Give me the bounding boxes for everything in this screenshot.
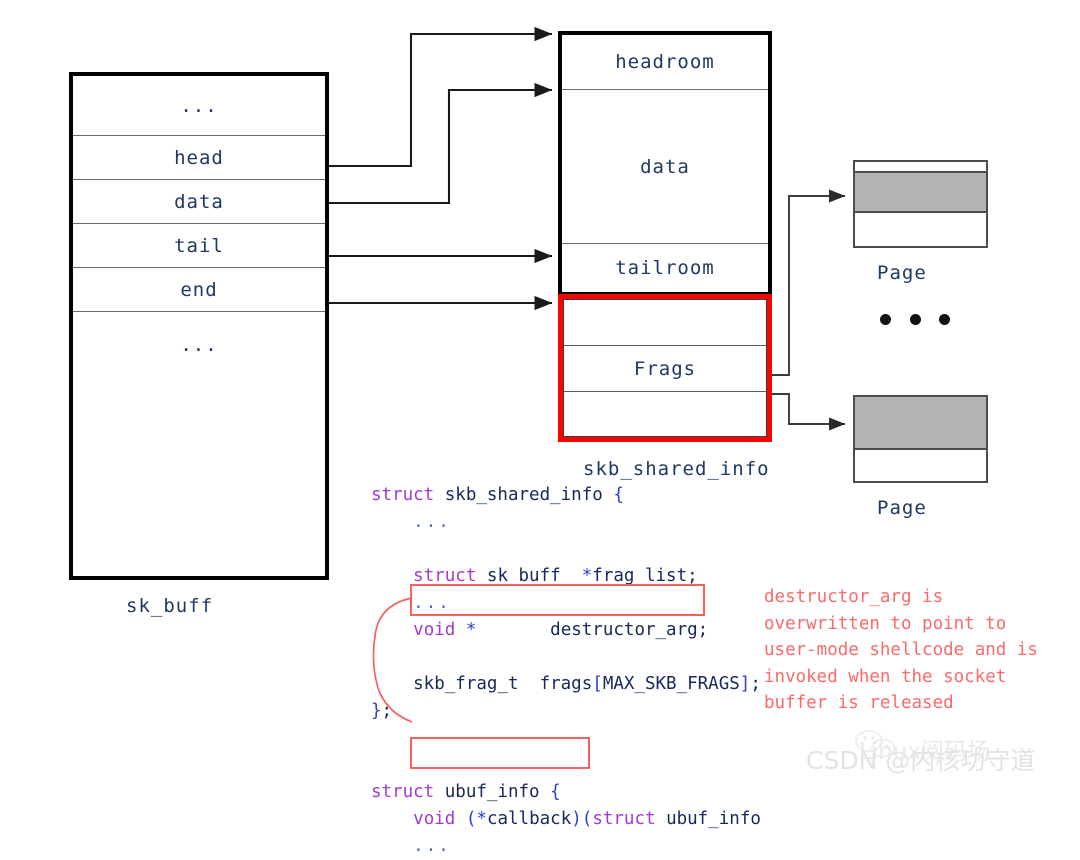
code-line: }; <box>371 698 761 725</box>
buffer-row-label: tailroom <box>615 257 715 279</box>
sk-buff-row-ellipsis-top: ... <box>73 76 325 136</box>
code-token: destructor_arg; <box>476 620 709 640</box>
page-box-top <box>853 160 988 248</box>
code-token: )( <box>571 809 593 829</box>
arrow-data-to-data <box>329 82 553 205</box>
code-token: { <box>613 485 624 505</box>
buffer-row-tailroom: tailroom <box>562 244 768 292</box>
code-token: * <box>581 566 593 586</box>
shared-info-row-label: Frags <box>633 357 697 380</box>
arrow-frags-to-page-bottom <box>772 393 846 431</box>
code-token: void <box>413 620 456 640</box>
page-caption-bottom: Page <box>877 497 927 519</box>
page-caption-top: Page <box>877 262 927 284</box>
sk-buff-row-end: end <box>73 268 325 312</box>
page-segment-used <box>855 173 986 213</box>
code-token: ubuf_info <box>434 782 551 802</box>
code-line: struct skb_shared_info { <box>371 482 761 509</box>
code-token: ] <box>739 674 751 694</box>
page-segment-free-bottom <box>855 213 986 246</box>
code-token: skb_frag_t frags <box>371 674 593 694</box>
arrow-head-to-headroom <box>329 26 553 168</box>
code-token: ; <box>381 701 393 721</box>
highlight-destructor-arg <box>410 584 705 616</box>
code-line: ... <box>371 833 761 860</box>
ellipsis-dot <box>909 313 921 325</box>
sk-buff-row-label: end <box>180 278 218 301</box>
code-line: struct ubuf_info { <box>371 779 761 806</box>
code-token: struct <box>371 782 435 802</box>
code-token: void <box>413 809 456 829</box>
page-ellipsis-dots <box>880 306 950 332</box>
code-token: ... <box>413 512 451 532</box>
code-listing: struct skb_shared_info { ... struct sk_b… <box>371 482 761 860</box>
ellipsis-dot <box>939 313 950 325</box>
watermark-linux-text: Linux阅码场 <box>859 739 990 765</box>
skb-shared-info-inner-border: Frags <box>563 299 767 437</box>
sk-buff-row-head: head <box>73 136 325 180</box>
code-token: MAX_SKB_FRAGS <box>602 674 740 694</box>
page-segment-used <box>855 397 986 450</box>
highlight-callback <box>410 737 590 769</box>
code-line: void * destructor_arg; <box>371 617 761 644</box>
code-token: struct <box>592 809 656 829</box>
code-token: (* <box>465 809 487 829</box>
sk-buff-row-data: data <box>73 180 325 224</box>
buffer-row-headroom: headroom <box>562 35 768 90</box>
skb-shared-info-box: Frags <box>558 294 772 442</box>
buffer-row-data: data <box>562 90 768 244</box>
annotation-destructor-arg: destructor_arg is overwritten to point t… <box>764 587 1038 713</box>
code-token: * <box>465 620 477 640</box>
code-token: { <box>550 782 561 802</box>
code-token: frag_list; <box>592 566 698 586</box>
code-token: ubuf_info <box>655 809 761 829</box>
code-token: struct <box>371 485 435 505</box>
page-box-bottom <box>853 395 988 483</box>
sk-buff-row-label: ... <box>180 334 218 356</box>
shared-info-row-frags: Frags <box>564 346 766 392</box>
code-line: ... <box>371 509 761 536</box>
code-token: [ <box>592 674 603 694</box>
code-line: skb_frag_t frags[MAX_SKB_FRAGS]; <box>371 671 761 698</box>
sk-buff-row-ellipsis-bottom: ... <box>73 312 325 576</box>
sk-buff-caption: sk_buff <box>126 595 214 617</box>
diagram-canvas: ... head data tail end ... sk_buff headr… <box>0 0 1080 856</box>
sk-buff-row-label: data <box>174 190 224 213</box>
sk-buff-row-label: ... <box>180 94 218 117</box>
sk-buff-box: ... head data tail end ... <box>69 72 329 580</box>
linear-buffer-box: headroom data tailroom <box>558 31 772 296</box>
watermark: CSDN @内核功守道 Linux阅码场 <box>806 728 1074 775</box>
shared-info-row-empty-bottom <box>564 392 766 438</box>
code-token: skb_shared_info <box>434 485 614 505</box>
buffer-row-label: data <box>640 155 690 178</box>
code-line: void (*callback)(struct ubuf_info <box>371 806 761 833</box>
code-token: ... <box>413 836 451 856</box>
page-segment-free-top <box>855 162 986 173</box>
code-token: ; <box>750 674 761 694</box>
code-token: } <box>371 701 382 721</box>
ellipsis-dot <box>880 313 891 325</box>
code-token: callback <box>486 809 572 829</box>
shared-info-row-empty-top <box>564 300 766 346</box>
sk-buff-row-label: tail <box>174 234 224 257</box>
code-token: struct <box>413 566 477 586</box>
page-segment-free-bottom <box>855 450 986 481</box>
sk-buff-row-tail: tail <box>73 224 325 268</box>
skb-shared-info-caption: skb_shared_info <box>583 458 770 480</box>
code-token: sk_buff <box>476 566 582 586</box>
arrow-frags-to-page-top <box>772 189 846 376</box>
sk-buff-row-label: head <box>174 146 224 169</box>
buffer-row-label: headroom <box>615 51 715 73</box>
